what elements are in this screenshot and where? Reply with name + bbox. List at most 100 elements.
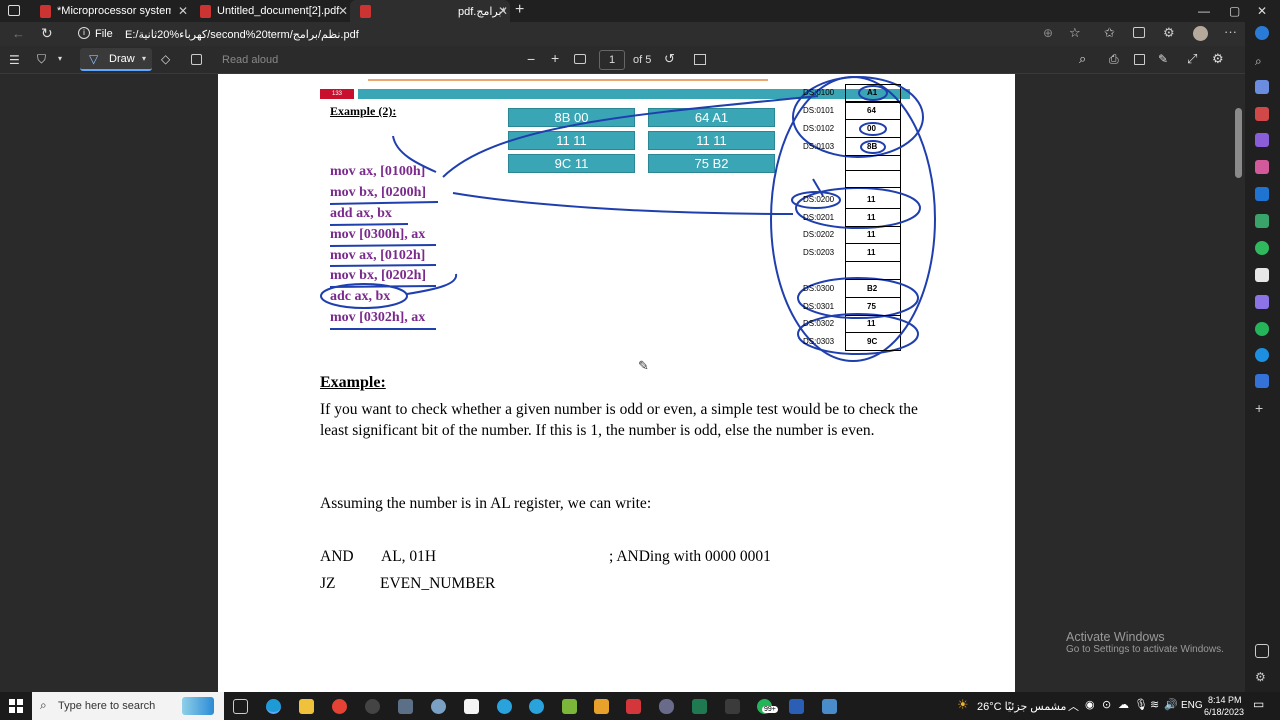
memory-address: DS:0201 [803, 213, 835, 222]
sidebar-maps-icon[interactable] [1255, 241, 1269, 255]
scrollbar[interactable] [1232, 74, 1245, 692]
onedrive-icon[interactable]: ☁ [1118, 698, 1129, 711]
app-pill-icon[interactable] [659, 699, 674, 714]
sidebar-office-icon[interactable] [1255, 160, 1269, 174]
volume-icon[interactable]: 🔊 [1164, 698, 1178, 711]
bing-icon[interactable] [1255, 26, 1269, 40]
tab-untitled-document[interactable]: Untitled_document[2].pdf ✕ [190, 0, 350, 22]
sidebar-translate-icon[interactable] [1255, 374, 1269, 388]
sidebar-drop-icon[interactable] [1255, 214, 1269, 228]
publisher-icon[interactable] [562, 699, 577, 714]
close-window-button[interactable]: ✕ [1257, 0, 1267, 22]
read-aloud-label[interactable]: Read aloud [222, 54, 278, 66]
page-number-input[interactable]: 1 [599, 50, 625, 70]
refresh-icon[interactable]: ↻ [41, 25, 53, 42]
telegram-icon-2[interactable] [529, 699, 544, 714]
close-tab-icon[interactable]: ✕ [178, 4, 188, 18]
app-icon[interactable] [365, 699, 380, 714]
tray-chevron-icon[interactable]: ︿ [1068, 698, 1079, 714]
sidebar-games-icon[interactable] [1255, 133, 1269, 147]
draw-button[interactable]: ▽ Draw ▾ [80, 48, 152, 71]
scroll-thumb[interactable] [1235, 108, 1242, 178]
sidebar-settings-icon[interactable]: ⚙ [1255, 670, 1269, 684]
telegram-icon[interactable] [497, 699, 512, 714]
weather-icon[interactable]: ☀ [957, 697, 969, 713]
clock-time[interactable]: 8:14 PM [1208, 695, 1242, 705]
tab-microprocessor-notes[interactable]: *Microprocessor system notes 2... ✕ [30, 0, 190, 22]
pdf-icon [200, 4, 211, 18]
more-menu-icon[interactable]: ··· [1224, 24, 1237, 39]
save-as-icon[interactable]: ✎ [1158, 52, 1168, 66]
favorites-icon[interactable]: ✩ [1104, 25, 1115, 41]
avatar[interactable] [1193, 26, 1208, 41]
zoom-icon[interactable]: ⊕ [1043, 26, 1053, 40]
task-view-icon[interactable] [233, 699, 248, 714]
sidebar-whatsapp-icon[interactable] [1255, 322, 1269, 336]
taskbar-search-box[interactable]: ⌕ Type here to search [32, 692, 224, 720]
rotate-icon[interactable]: ↺ [664, 51, 675, 67]
chevron-down-icon[interactable]: ▾ [58, 54, 62, 63]
wifi-icon[interactable]: ≋ [1150, 698, 1159, 711]
back-icon[interactable]: ← [12, 26, 25, 41]
url-field[interactable]: E:/كهرباء%20ثانية/second%20term/نظم/برام… [125, 28, 359, 41]
app-s-icon[interactable] [594, 699, 609, 714]
memory-value: 8B [867, 142, 878, 151]
notifications-icon[interactable]: ▭ [1253, 697, 1264, 711]
zoom-out-icon[interactable]: − [527, 51, 535, 67]
contents-icon[interactable]: ☰ [9, 53, 20, 67]
sidebar-app-icon[interactable] [1255, 295, 1269, 309]
tray-icon[interactable]: ⊙ [1102, 698, 1111, 711]
fit-page-icon[interactable] [574, 54, 586, 64]
sidebar-notion-icon[interactable] [1255, 268, 1269, 282]
eraser-icon[interactable]: ◇ [161, 52, 170, 66]
view-icon[interactable] [191, 54, 202, 65]
close-tab-icon[interactable]: ✕ [338, 4, 348, 18]
sidebar-panel-icon[interactable] [1255, 644, 1269, 658]
paint-icon[interactable] [431, 699, 446, 714]
app-green-icon[interactable] [692, 699, 707, 714]
fullscreen-icon[interactable]: ⤢ [1187, 51, 1197, 67]
calculator-icon[interactable] [398, 699, 413, 714]
favorite-star-icon[interactable]: ☆ [1069, 25, 1081, 41]
tab-active-pdf[interactable]: pdf.برامج* ✕ [350, 0, 510, 22]
photos-icon[interactable] [822, 699, 837, 714]
chrome-icon[interactable] [332, 699, 347, 714]
zoom-in-icon[interactable]: + [551, 50, 559, 66]
extensions-icon[interactable]: ⚙ [1163, 25, 1175, 41]
highlight-icon[interactable]: ⛉ [37, 52, 46, 67]
memory-value: 11 [867, 230, 876, 239]
search-icon: ⌕ [40, 698, 47, 712]
memory-address: DS:0100 [803, 88, 835, 97]
minimize-button[interactable]: — [1198, 0, 1210, 22]
notion-icon[interactable] [464, 699, 479, 714]
sidebar-outlook-icon[interactable] [1255, 187, 1269, 201]
sidebar-search-icon[interactable]: ⌕ [1255, 54, 1269, 68]
info-icon[interactable]: i [78, 27, 90, 39]
collections-icon[interactable] [1133, 27, 1145, 38]
memory-row-line [845, 297, 901, 298]
language-label[interactable]: ENG [1181, 700, 1203, 711]
clock-date[interactable]: 6/18/2023 [1204, 707, 1244, 717]
sidebar-add-icon[interactable]: + [1255, 401, 1269, 416]
weather-text[interactable]: 26°C مشمس جزئيًا [977, 700, 1066, 713]
maximize-button[interactable]: ▢ [1229, 0, 1240, 22]
sidebar-shopping-icon[interactable] [1255, 80, 1269, 94]
edge-icon[interactable] [266, 699, 281, 714]
print-icon[interactable]: ⎙ [1109, 52, 1119, 67]
app-t-icon[interactable] [626, 699, 641, 714]
save-icon[interactable] [1134, 54, 1145, 65]
tray-icon[interactable]: ◉ [1085, 698, 1095, 711]
sidebar-tools-icon[interactable] [1255, 107, 1269, 121]
page-view-icon[interactable] [694, 54, 706, 65]
search-icon[interactable]: ⌕ [1079, 51, 1086, 67]
new-tab-icon[interactable]: + [515, 1, 524, 19]
app-tool-icon[interactable] [725, 699, 740, 714]
start-windows-icon[interactable] [9, 699, 23, 713]
settings-icon[interactable]: ⚙ [1212, 51, 1224, 67]
microphone-icon[interactable]: 🎙 [1134, 698, 1148, 711]
close-tab-icon[interactable]: ✕ [498, 4, 508, 18]
file-explorer-icon[interactable] [299, 699, 314, 714]
window-menu-icon[interactable] [8, 5, 20, 16]
word-icon[interactable] [789, 699, 804, 714]
sidebar-skype-icon[interactable] [1255, 348, 1269, 362]
